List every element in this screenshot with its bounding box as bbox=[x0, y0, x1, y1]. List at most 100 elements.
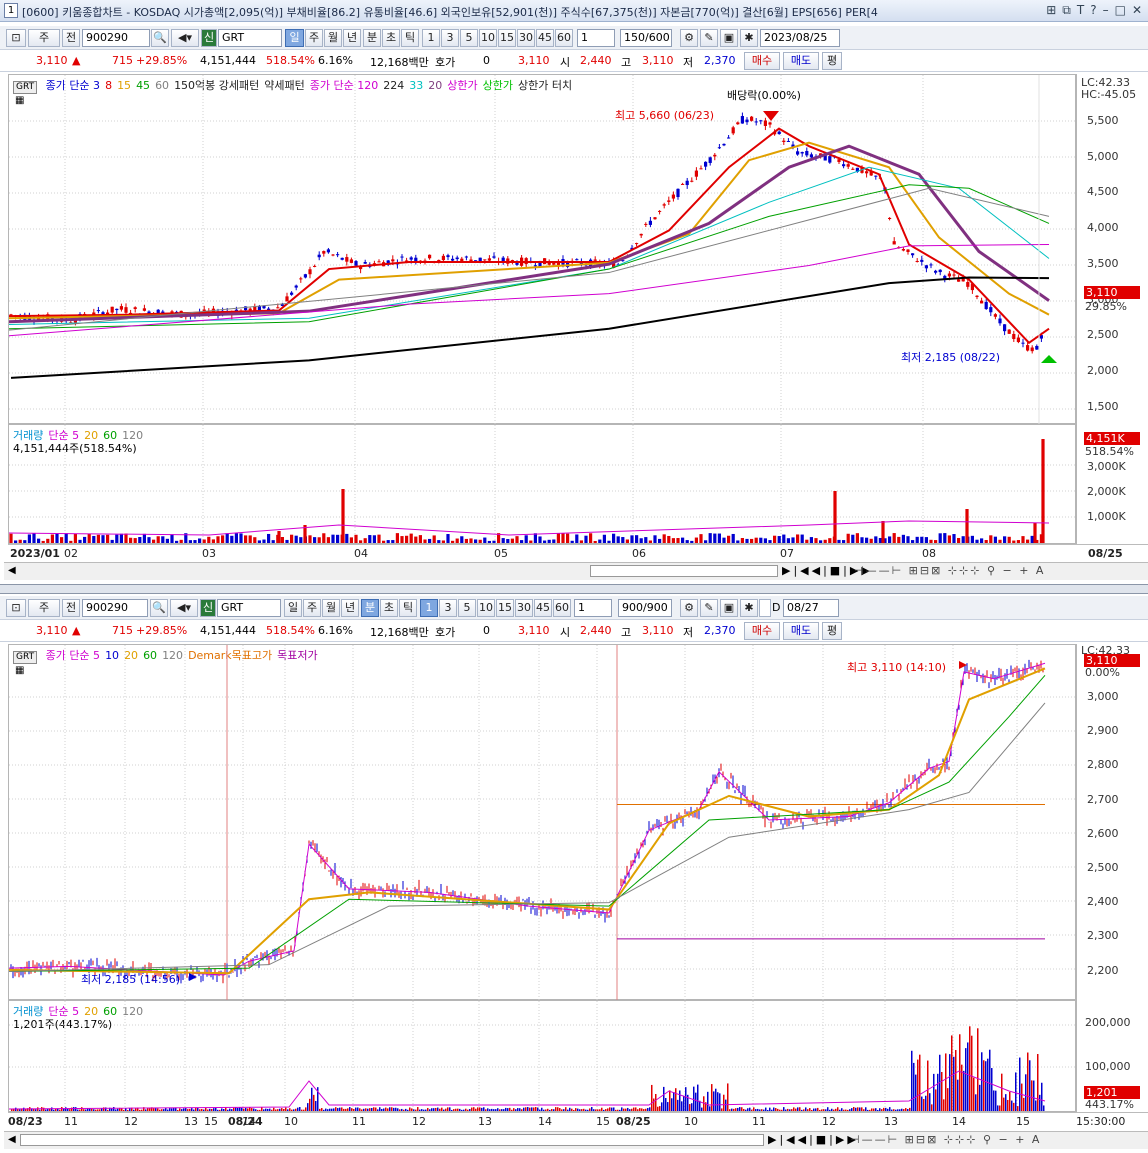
search-icon[interactable]: 🔍 bbox=[151, 29, 169, 47]
date-field[interactable]: 2023/08/25 bbox=[760, 29, 840, 47]
drawing-tools[interactable]: ⊣——⊢ ⊞⊟⊠ ⊹⊹⊹ ⚲ − + A bbox=[850, 1133, 1041, 1146]
search-icon[interactable]: 🔍 bbox=[150, 599, 168, 617]
period-day[interactable]: 일 bbox=[284, 599, 302, 617]
period-minute[interactable]: 분 bbox=[361, 599, 379, 617]
font-icon[interactable]: T bbox=[1077, 3, 1084, 17]
interval-60[interactable]: 60 bbox=[553, 599, 571, 617]
interval-3[interactable]: 3 bbox=[441, 29, 459, 47]
date-field[interactable]: 08/27 bbox=[783, 599, 839, 617]
low-value: 2,370 bbox=[704, 624, 736, 637]
period-tick[interactable]: 틱 bbox=[399, 599, 417, 617]
interval-15[interactable]: 15 bbox=[498, 29, 516, 47]
market-select[interactable]: 주 bbox=[28, 29, 60, 47]
speaker-icon[interactable]: ◀▾ bbox=[170, 599, 198, 617]
interval-45[interactable]: 45 bbox=[534, 599, 552, 617]
volume-bar bbox=[613, 1107, 615, 1111]
bottom-volume-pane[interactable]: 거래량 단순 5 20 60 120 1,201주(443.17%) bbox=[8, 1000, 1077, 1113]
candle bbox=[455, 257, 459, 260]
bottom-price-pane[interactable]: GRT 종가 단순 5 10 20 60 120 Demark목표고가 목표저가 ▦ 최고 … bbox=[8, 644, 1077, 1001]
vol-tick: 3,000K bbox=[1087, 460, 1126, 473]
pin-icon[interactable]: ⊡ bbox=[6, 599, 26, 617]
interval-10[interactable]: 10 bbox=[477, 599, 495, 617]
interval-3[interactable]: 3 bbox=[439, 599, 457, 617]
stock-code-input[interactable]: 900290 bbox=[82, 29, 150, 47]
period-minute[interactable]: 분 bbox=[363, 29, 381, 47]
indicator-icon[interactable]: ⚙ bbox=[680, 29, 698, 47]
count-field[interactable]: 900/900 bbox=[618, 599, 672, 617]
avg-button[interactable]: 평 bbox=[822, 622, 842, 640]
stock-name-field[interactable]: GRT bbox=[217, 599, 281, 617]
tool-icon[interactable]: ✎ bbox=[700, 29, 718, 47]
period-week[interactable]: 주 bbox=[303, 599, 321, 617]
interval-15[interactable]: 15 bbox=[496, 599, 514, 617]
interval-1[interactable]: 1 bbox=[420, 599, 438, 617]
top-scrollbar[interactable]: ◀ ▶|◀◀|■|▶▶ ⊣——⊢ ⊞⊟⊠ ⊹⊹⊹ ⚲ − + A bbox=[4, 562, 1148, 580]
scroll-thumb[interactable] bbox=[590, 565, 778, 577]
bottom-scrollbar[interactable]: ◀ ▶|◀◀|■|▶▶ ⊣——⊢ ⊞⊟⊠ ⊹⊹⊹ ⚲ − + A bbox=[4, 1131, 1148, 1149]
restore-icon[interactable]: ⧉ bbox=[1062, 3, 1071, 17]
interval-1[interactable]: 1 bbox=[422, 29, 440, 47]
drawing-tools[interactable]: ⊣——⊢ ⊞⊟⊠ ⊹⊹⊹ ⚲ − + A bbox=[854, 564, 1045, 577]
period-year[interactable]: 년 bbox=[341, 599, 359, 617]
interval-5[interactable]: 5 bbox=[458, 599, 476, 617]
buy-button[interactable]: 매수 bbox=[744, 52, 780, 70]
period-month[interactable]: 월 bbox=[324, 29, 342, 47]
interval-5[interactable]: 5 bbox=[460, 29, 478, 47]
x-tick: 08/25 bbox=[616, 1115, 651, 1128]
period-second[interactable]: 초 bbox=[380, 599, 398, 617]
buy-button[interactable]: 매수 bbox=[744, 622, 780, 640]
all-button[interactable]: 전 bbox=[62, 599, 80, 617]
save-icon[interactable]: ▣ bbox=[720, 599, 738, 617]
interval-45[interactable]: 45 bbox=[536, 29, 554, 47]
stock-name-field[interactable]: GRT bbox=[218, 29, 282, 47]
stock-code-input[interactable]: 900290 bbox=[82, 599, 148, 617]
pin-icon[interactable]: ⊡ bbox=[6, 29, 26, 47]
top-volume-pane[interactable]: 거래량 단순 5 20 60 120 4,151,444주(518.54%) bbox=[8, 424, 1077, 545]
multiplier-select[interactable]: 1 bbox=[574, 599, 612, 617]
all-button[interactable]: 전 bbox=[62, 29, 80, 47]
avg-button[interactable]: 평 bbox=[822, 52, 842, 70]
scroll-left-icon[interactable]: ◀ bbox=[8, 565, 16, 576]
settings-icon[interactable]: ✱ bbox=[740, 599, 758, 617]
minimize-icon[interactable]: – bbox=[1103, 3, 1109, 17]
period-month[interactable]: 월 bbox=[322, 599, 340, 617]
market-select[interactable]: 주 bbox=[28, 599, 60, 617]
top-price-pane[interactable]: GRT 종가 단순 3 8 15 45 60 150억봉 강세패턴 약세패턴 종가 단순 12… bbox=[8, 74, 1077, 425]
help-icon[interactable]: ? bbox=[1090, 3, 1096, 17]
volume-bar bbox=[429, 1109, 431, 1111]
sell-button[interactable]: 매도 bbox=[783, 52, 819, 70]
x-tick: 11 bbox=[352, 1115, 366, 1128]
scroll-thumb[interactable] bbox=[20, 1134, 764, 1146]
interval-10[interactable]: 10 bbox=[479, 29, 497, 47]
period-tick[interactable]: 틱 bbox=[401, 29, 419, 47]
pane-separator[interactable] bbox=[0, 584, 1148, 594]
sell-button[interactable]: 매도 bbox=[783, 622, 819, 640]
volume-bar bbox=[911, 1050, 913, 1111]
save-icon[interactable]: ▣ bbox=[720, 29, 738, 47]
speaker-icon[interactable]: ◀▾ bbox=[171, 29, 199, 47]
multiplier-select[interactable]: 1 bbox=[577, 29, 615, 47]
scroll-left-icon[interactable]: ◀ bbox=[8, 1134, 16, 1145]
link-icon[interactable]: ⊞ bbox=[1046, 3, 1056, 17]
count-field[interactable]: 150/600 bbox=[620, 29, 672, 47]
interval-60[interactable]: 60 bbox=[555, 29, 573, 47]
volume-bar bbox=[371, 1108, 373, 1111]
indicator-icon[interactable]: ⚙ bbox=[680, 599, 698, 617]
period-second[interactable]: 초 bbox=[382, 29, 400, 47]
volume-bar bbox=[387, 1108, 389, 1111]
interval-30[interactable]: 30 bbox=[515, 599, 533, 617]
maximize-icon[interactable]: □ bbox=[1115, 3, 1126, 17]
volume-bar bbox=[251, 1108, 253, 1111]
close-icon[interactable]: ✕ bbox=[1132, 3, 1142, 17]
volume-bar bbox=[135, 1108, 137, 1111]
settings-icon[interactable]: ✱ bbox=[740, 29, 758, 47]
window-number[interactable]: 1 bbox=[4, 3, 18, 18]
playback-controls[interactable]: ▶|◀◀|■|▶▶ bbox=[768, 1133, 859, 1146]
interval-30[interactable]: 30 bbox=[517, 29, 535, 47]
d-checkbox[interactable] bbox=[759, 599, 771, 617]
x-tick: 04 bbox=[354, 547, 368, 560]
period-year[interactable]: 년 bbox=[343, 29, 361, 47]
period-day[interactable]: 일 bbox=[285, 29, 304, 47]
period-week[interactable]: 주 bbox=[305, 29, 323, 47]
tool-icon[interactable]: ✎ bbox=[700, 599, 718, 617]
